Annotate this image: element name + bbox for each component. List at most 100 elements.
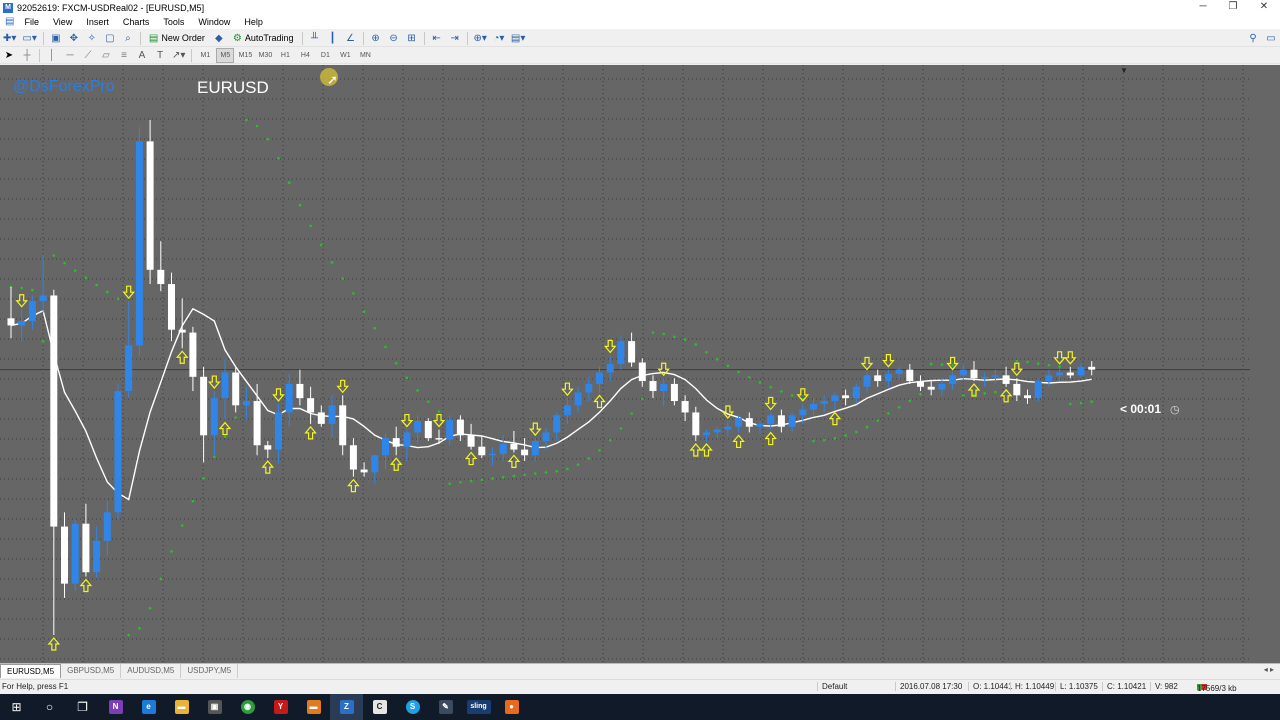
- candle-body: [456, 419, 464, 436]
- chat-icon[interactable]: ▭: [1263, 31, 1279, 46]
- sling-taskbar-button[interactable]: sling: [462, 694, 495, 720]
- cursor-icon[interactable]: ➤: [1, 48, 17, 63]
- candle-body: [210, 398, 218, 436]
- sar-dot: [544, 471, 548, 474]
- document-menu-icon[interactable]: ▤: [0, 15, 17, 29]
- candle-body: [767, 415, 775, 424]
- tool-taskbar-button[interactable]: ✎: [429, 694, 462, 720]
- window-title: 92052619: FXCM-USDReal02 - [EURUSD,M5]: [17, 2, 205, 13]
- text-icon[interactable]: A: [134, 48, 150, 63]
- search-taskbar-icon[interactable]: ○: [33, 694, 66, 720]
- crosshair-icon[interactable]: ┼: [19, 48, 35, 63]
- tab-gbpusd[interactable]: GBPUSD,M5: [61, 664, 122, 678]
- auto-scroll-icon[interactable]: ⇤: [429, 31, 445, 46]
- timeframe-m5[interactable]: M5: [216, 47, 235, 63]
- chart-shift-marker-icon[interactable]: ▼: [1120, 66, 1128, 75]
- timeframe-d1[interactable]: D1: [316, 48, 334, 63]
- timeframe-w1[interactable]: W1: [336, 48, 354, 63]
- candle-body: [606, 363, 614, 373]
- strategy-tester-icon[interactable]: ⌕: [120, 31, 136, 46]
- store-taskbar-button[interactable]: ▣: [198, 694, 231, 720]
- files-taskbar-button[interactable]: ▬: [297, 694, 330, 720]
- candle-body: [735, 418, 743, 427]
- new-chart-icon[interactable]: ✚▾: [1, 31, 18, 46]
- autotrading-button[interactable]: ⚙ AutoTrading: [229, 31, 298, 46]
- trendline-icon[interactable]: ⟋: [80, 48, 96, 63]
- navigator-icon[interactable]: ✧: [84, 31, 100, 46]
- sar-dot: [255, 124, 259, 128]
- zoom-in-icon[interactable]: ⊕: [368, 31, 384, 46]
- close-button[interactable]: ✕: [1249, 0, 1279, 15]
- camtasia-taskbar-button[interactable]: C: [363, 694, 396, 720]
- candle-body: [50, 295, 58, 527]
- vertical-line-icon[interactable]: │: [44, 48, 60, 63]
- timeframe-mn[interactable]: MN: [356, 48, 374, 63]
- candle-body: [799, 409, 807, 416]
- zoom-out-icon[interactable]: ⊖: [386, 31, 402, 46]
- chart-shift-icon[interactable]: ⇥: [447, 31, 463, 46]
- timeframe-m15[interactable]: M15: [236, 48, 254, 63]
- buy-signal-arrow: [347, 478, 360, 493]
- search-icon[interactable]: ⚲: [1245, 31, 1261, 46]
- menu-help[interactable]: Help: [237, 15, 270, 29]
- horizontal-line-icon[interactable]: ─: [62, 48, 78, 63]
- candle-body: [1056, 372, 1064, 376]
- sar-dot: [769, 385, 772, 389]
- minimize-button[interactable]: ─: [1188, 0, 1218, 15]
- menu-tools[interactable]: Tools: [156, 15, 191, 29]
- task-view-icon[interactable]: ❐: [66, 694, 99, 720]
- menu-charts[interactable]: Charts: [116, 15, 157, 29]
- chart-canvas[interactable]: [0, 65, 1280, 663]
- line-chart-icon[interactable]: ∠: [343, 31, 359, 46]
- buy-signal-arrow: [261, 460, 275, 474]
- candle-body: [349, 445, 357, 470]
- chrome-taskbar-button[interactable]: ◉: [231, 694, 264, 720]
- clock-icon: ◷: [1170, 404, 1180, 416]
- market-watch-icon[interactable]: ▣: [48, 31, 64, 46]
- start-icon[interactable]: ⊞: [0, 694, 33, 720]
- recorder-taskbar-button[interactable]: ●: [495, 694, 528, 720]
- fibonacci-icon[interactable]: ≡: [116, 48, 132, 63]
- edge-taskbar-button[interactable]: e: [132, 694, 165, 720]
- candlesticks-icon[interactable]: ┃: [325, 31, 341, 46]
- timeframe-h1[interactable]: H1: [276, 48, 294, 63]
- bar-chart-icon[interactable]: ╨: [307, 31, 323, 46]
- tab-eurusd[interactable]: EURUSD,M5: [0, 664, 62, 678]
- edge-icon: e: [141, 700, 156, 714]
- metatrader-taskbar-button[interactable]: Z: [330, 694, 363, 720]
- tile-windows-icon[interactable]: ⊞: [404, 31, 420, 46]
- timeframe-m30[interactable]: M30: [256, 48, 274, 63]
- templates-icon[interactable]: ▤▾: [509, 31, 527, 46]
- indicators-icon[interactable]: ⊕▾: [472, 31, 489, 46]
- sar-dot: [983, 392, 986, 395]
- menu-insert[interactable]: Insert: [79, 15, 116, 29]
- tab-audusd[interactable]: AUDUSD,M5: [121, 664, 182, 678]
- tab-usdjpy[interactable]: USDJPY,M5: [181, 664, 239, 678]
- maximize-button[interactable]: ❐: [1218, 0, 1248, 15]
- terminal-icon[interactable]: ▢: [102, 31, 118, 46]
- sar-dot: [1047, 363, 1051, 367]
- sar-dot: [812, 439, 815, 443]
- equidistant-channel-icon[interactable]: ▱: [98, 48, 114, 63]
- profiles-icon[interactable]: ▭▾: [20, 31, 38, 46]
- arrows-icon[interactable]: ↗▾: [170, 48, 187, 63]
- candle-body: [1024, 395, 1031, 399]
- text-label-icon[interactable]: T: [152, 48, 168, 63]
- tab-scroll-arrows[interactable]: ◂ ▸: [1264, 665, 1274, 674]
- new-order-button[interactable]: ▤ New Order: [145, 31, 209, 46]
- onenote-taskbar-button[interactable]: N: [99, 694, 132, 720]
- metaeditor-icon[interactable]: ◆: [211, 31, 227, 46]
- timeframe-h4[interactable]: H4: [296, 48, 314, 63]
- price-chart[interactable]: @DsForexPro EURUSD < 00:01 ◷ ▼ ➚: [0, 65, 1280, 663]
- menu-file[interactable]: File: [17, 15, 46, 29]
- data-window-icon[interactable]: ✥: [66, 31, 82, 46]
- menu-window[interactable]: Window: [191, 15, 237, 29]
- periods-icon[interactable]: ◔▾: [491, 31, 507, 46]
- explorer-taskbar-button[interactable]: ▬: [165, 694, 198, 720]
- candle-body: [713, 429, 721, 433]
- candle-body: [478, 446, 486, 456]
- menu-view[interactable]: View: [46, 15, 79, 29]
- skype-taskbar-button[interactable]: S: [396, 694, 429, 720]
- yelp-taskbar-button[interactable]: Y: [264, 694, 297, 720]
- timeframe-m1[interactable]: M1: [196, 48, 214, 63]
